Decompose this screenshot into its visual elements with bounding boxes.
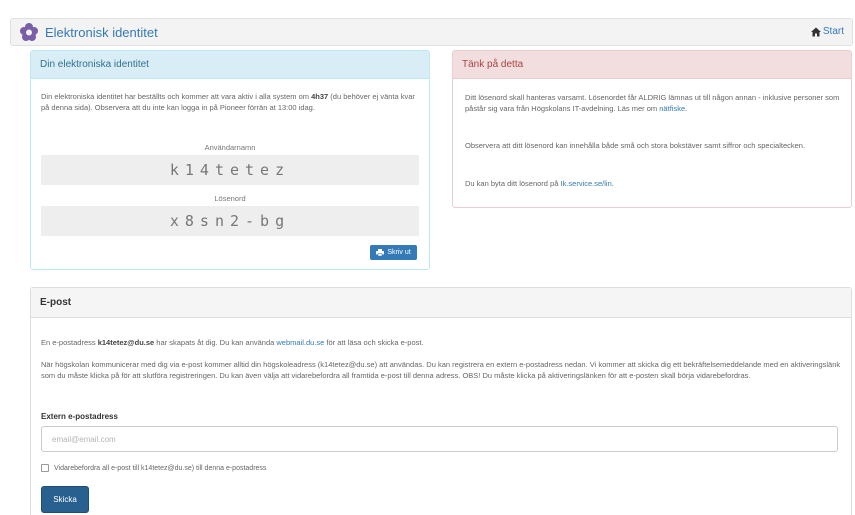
forward-email-label: Vidarebefordra all e-post till k14tetez@… xyxy=(54,464,267,472)
identity-panel-heading: Din elektroniska identitet xyxy=(31,51,429,79)
navbar: Elektronisk identitet Start xyxy=(10,18,853,46)
school-email-address: k14tetez@du.se xyxy=(97,338,155,347)
password-chars-text: Observera att ditt lösenord kan innehåll… xyxy=(465,141,806,150)
home-icon xyxy=(810,27,821,36)
print-icon xyxy=(376,249,385,256)
home-link[interactable]: Start xyxy=(810,26,844,37)
app-title: Elektronisk identitet xyxy=(45,24,158,40)
email-panel-heading: E-post xyxy=(31,288,851,318)
username-value: k14tetez xyxy=(41,155,419,185)
activation-time: 4h37 xyxy=(311,92,329,101)
username-label: Användarnamn xyxy=(204,143,256,152)
think-panel-heading: Tänk på detta xyxy=(453,51,851,79)
webmail-link[interactable]: webmail.du.se xyxy=(276,338,324,347)
phishing-link[interactable]: nätfiske xyxy=(659,104,685,113)
flower-icon xyxy=(20,23,38,41)
email-created-text: En e-postadress k14tetez@du.se har skapa… xyxy=(41,338,424,347)
print-button[interactable]: Skriv ut xyxy=(370,245,417,260)
external-email-label: Extern e-postadress xyxy=(41,412,118,421)
think-panel: Tänk på detta Ditt lösenord skall hanter… xyxy=(452,50,852,208)
home-link-label: Start xyxy=(822,26,844,37)
brand-link[interactable]: Elektronisk identitet xyxy=(19,22,158,42)
email-info-text: När högskolan kommunicerar med dig via e… xyxy=(41,360,841,380)
submit-button[interactable]: Skicka xyxy=(41,486,89,513)
change-password-text: Du kan byta ditt lösenord på Ik.service.… xyxy=(465,179,614,188)
change-password-link[interactable]: Ik.service.se/lin xyxy=(560,179,611,188)
password-value: x8sn2-bg xyxy=(41,206,419,236)
print-button-label: Skriv ut xyxy=(387,249,411,256)
external-email-input[interactable] xyxy=(41,426,838,452)
password-safety-text: Ditt lösenord skall hanteras varsamt. Lö… xyxy=(465,93,840,113)
identity-intro-text: Din elektroniska identitet har beställts… xyxy=(41,92,415,112)
email-panel: E-post En e-postadress k14tetez@du.se ha… xyxy=(30,287,852,515)
forward-email-option[interactable]: Vidarebefordra all e-post till k14tetez@… xyxy=(41,464,266,472)
password-label: Lösenord xyxy=(214,194,246,203)
forward-email-checkbox[interactable] xyxy=(41,464,49,472)
identity-panel: Din elektroniska identitet Din elektroni… xyxy=(30,50,430,270)
